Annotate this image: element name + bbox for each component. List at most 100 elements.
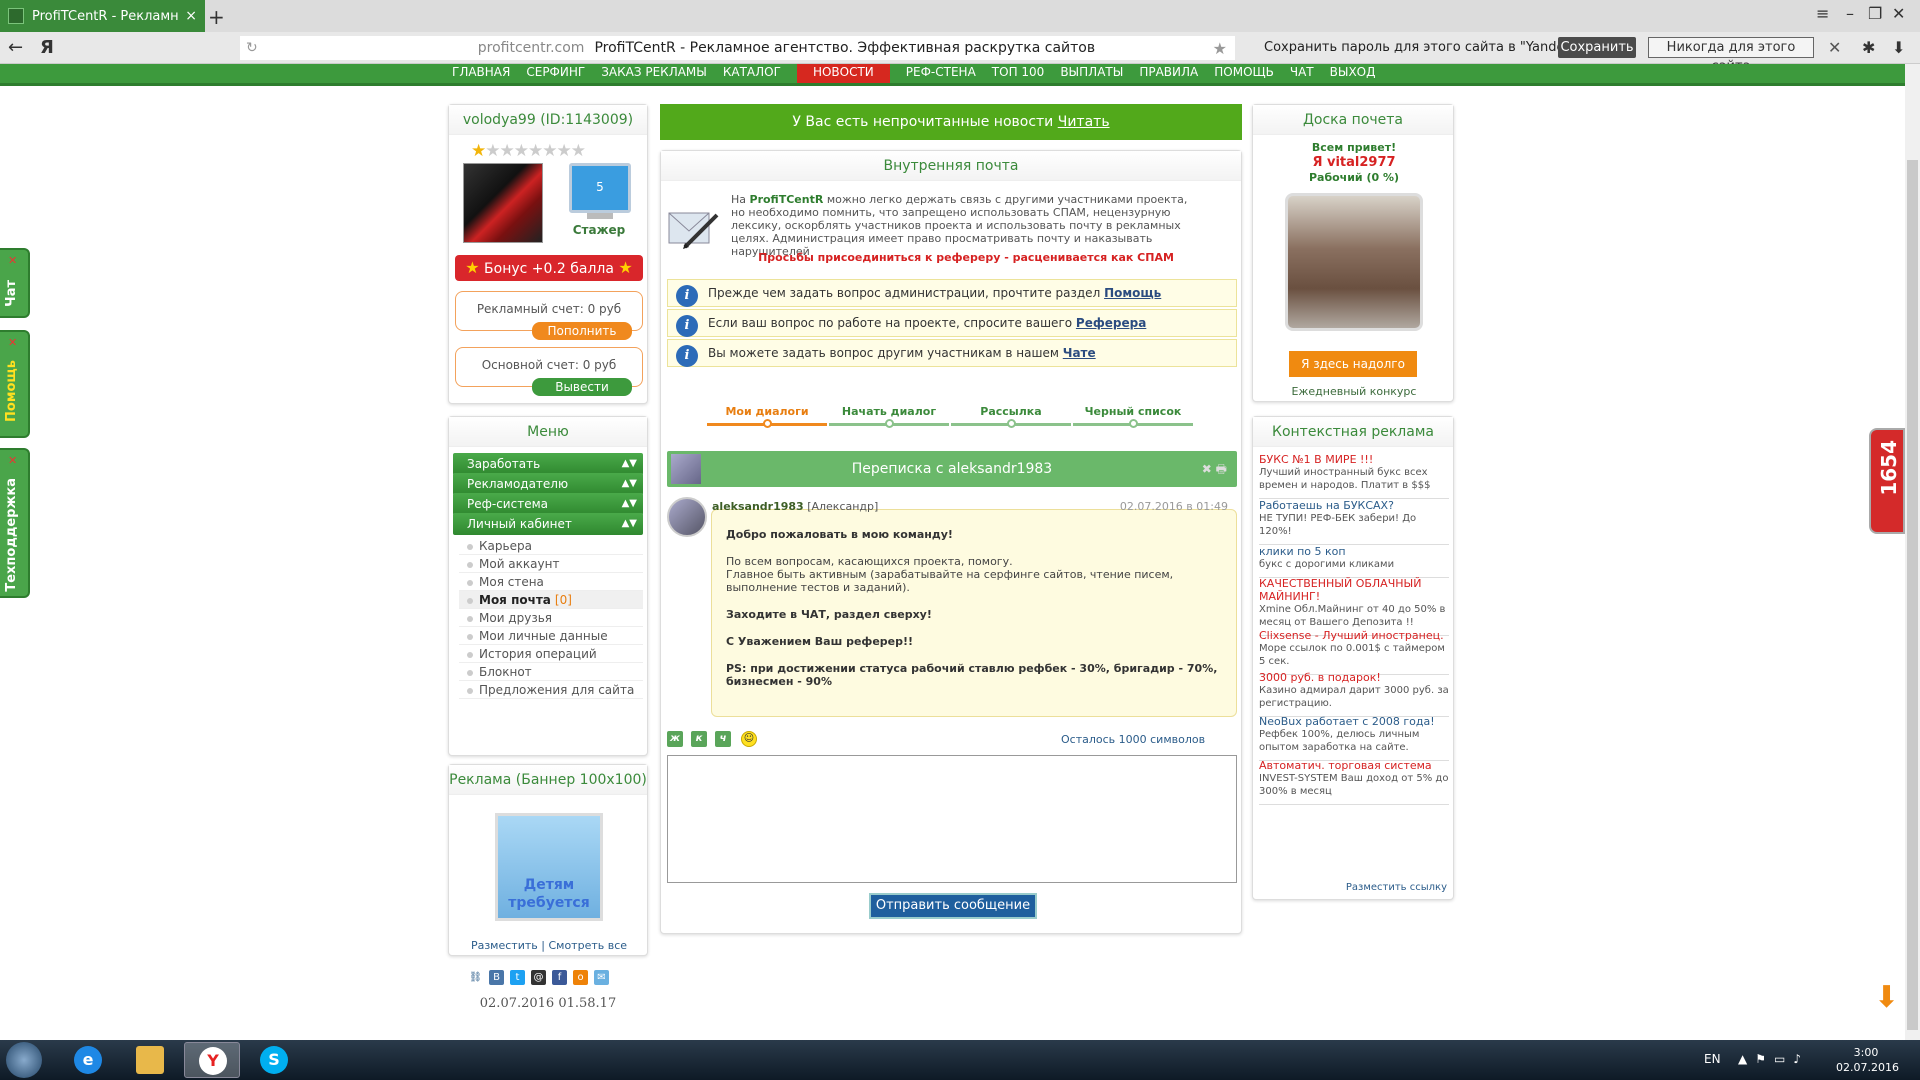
nav-item[interactable]: ТОП 100 bbox=[984, 64, 1053, 83]
format-underline-button[interactable]: ч bbox=[715, 731, 731, 747]
menu-icon[interactable]: ≡ bbox=[1816, 4, 1829, 23]
start-button[interactable] bbox=[6, 1042, 42, 1078]
extensions-icon[interactable]: ✱ bbox=[1862, 38, 1875, 57]
nav-item[interactable]: РЕФ-СТЕНА bbox=[898, 64, 984, 83]
withdraw-button[interactable]: Вывести bbox=[532, 378, 632, 396]
nav-item[interactable]: СЕРФИНГ bbox=[518, 64, 593, 83]
taskbar-ie[interactable]: e bbox=[60, 1042, 116, 1078]
context-ad[interactable]: Clixsense - Лучший иностранец. Море ссыло… bbox=[1259, 629, 1449, 675]
save-password-button[interactable]: Сохранить bbox=[1558, 37, 1636, 58]
facebook-icon[interactable]: f bbox=[552, 970, 567, 985]
banner-place-link[interactable]: Разместить bbox=[471, 939, 538, 952]
honor-photo[interactable] bbox=[1285, 193, 1423, 331]
close-icon[interactable]: ✕ bbox=[8, 254, 17, 267]
bonus-button[interactable]: ★ Бонус +0.2 балла ★ bbox=[455, 255, 643, 281]
tab-close-icon[interactable]: × bbox=[185, 8, 197, 24]
browser-tab-active[interactable]: ProfiTCentR - Рекламное × bbox=[0, 0, 205, 32]
ad-title[interactable]: клики по 5 коп bbox=[1259, 545, 1449, 558]
topup-button[interactable]: Пополнить bbox=[532, 322, 632, 340]
page-scrollbar[interactable] bbox=[1905, 64, 1920, 1040]
banner-viewall-link[interactable]: Смотреть все bbox=[548, 939, 627, 952]
ad-title[interactable]: Автоматич. торговая система bbox=[1259, 759, 1449, 772]
yandex-logo[interactable]: Я bbox=[40, 37, 54, 58]
place-link-button[interactable]: Разместить ссылку bbox=[1346, 882, 1447, 893]
banner-image[interactable]: Детям требуется bbox=[495, 813, 603, 921]
reload-icon[interactable]: ↻ bbox=[246, 40, 258, 56]
link-icon[interactable]: ⛓ bbox=[468, 970, 483, 985]
menu-item[interactable]: Блокнот bbox=[459, 663, 643, 681]
back-arrow-icon[interactable]: ← bbox=[8, 37, 23, 58]
scrollbar-thumb[interactable] bbox=[1907, 160, 1918, 1030]
twitter-icon[interactable]: t bbox=[510, 970, 525, 985]
language-indicator[interactable]: EN bbox=[1704, 1052, 1721, 1066]
menu-item[interactable]: Моя стена bbox=[459, 573, 643, 591]
system-tray[interactable]: ▲⚑▭♪ bbox=[1738, 1052, 1809, 1066]
send-message-button[interactable]: Отправить сообщение bbox=[869, 893, 1037, 919]
nav-item[interactable]: ПОМОЩЬ bbox=[1206, 64, 1282, 83]
comment-icon[interactable]: ✉ bbox=[594, 970, 609, 985]
mail-tab[interactable]: Мои диалоги bbox=[707, 405, 827, 418]
smiley-icon[interactable]: ☺ bbox=[741, 731, 757, 747]
sidetab-help[interactable]: ✕ Помощь bbox=[0, 330, 30, 438]
delete-icon[interactable]: ✖ bbox=[1202, 462, 1212, 476]
here-long-button[interactable]: Я здесь надолго bbox=[1289, 351, 1417, 377]
info-link[interactable]: Чате bbox=[1063, 346, 1096, 360]
menu-item[interactable]: Предложения для сайта bbox=[459, 681, 643, 699]
nav-item[interactable]: ЗАКАЗ РЕКЛАМЫ bbox=[593, 64, 715, 83]
never-save-button[interactable]: Никогда для этого сайта bbox=[1648, 37, 1814, 74]
context-ad[interactable]: NeoBux работает с 2008 года! Рефбек 100%,… bbox=[1259, 715, 1449, 761]
menu-item[interactable]: Моя почта [0] bbox=[459, 591, 643, 609]
honor-name[interactable]: Я vital2977 bbox=[1253, 155, 1455, 170]
nav-item[interactable]: КАТАЛОГ bbox=[715, 64, 789, 83]
message-author[interactable]: aleksandr1983 bbox=[712, 500, 804, 513]
prompt-close-icon[interactable]: ✕ bbox=[1828, 38, 1841, 57]
info-link[interactable]: Помощь bbox=[1104, 286, 1161, 300]
mail-ru-icon[interactable]: @ bbox=[531, 970, 546, 985]
info-link[interactable]: Реферера bbox=[1076, 316, 1146, 330]
context-ad[interactable]: Работаешь на БУКСАХ? НЕ ТУПИ! РЕФ-БЕК заб… bbox=[1259, 499, 1449, 545]
menu-section[interactable]: Личный кабинет ▲▼ bbox=[453, 513, 643, 535]
mail-tab[interactable]: Черный список bbox=[1073, 405, 1193, 418]
nav-item[interactable]: ГЛАВНАЯ bbox=[444, 64, 518, 83]
scroll-down-arrow-icon[interactable]: ⬇ bbox=[1874, 980, 1899, 1015]
taskbar-skype[interactable]: S bbox=[246, 1042, 302, 1078]
format-italic-button[interactable]: к bbox=[691, 731, 707, 747]
sidetab-chat[interactable]: ✕ Чат bbox=[0, 248, 30, 318]
format-bold-button[interactable]: ж bbox=[667, 731, 683, 747]
ad-title[interactable]: NeoBux работает с 2008 года! bbox=[1259, 715, 1449, 728]
ad-title[interactable]: КАЧЕСТВЕННЫЙ ОБЛАЧНЫЙ МАЙНИНГ! bbox=[1259, 577, 1449, 603]
context-ad[interactable]: 3000 руб. в подарок! Казино адмирал дарит… bbox=[1259, 671, 1449, 717]
nav-item[interactable]: ВЫПЛАТЫ bbox=[1052, 64, 1131, 83]
context-ad[interactable]: БУКС №1 В МИРЕ !!! Лучший иностранный бук… bbox=[1259, 453, 1449, 499]
nav-item[interactable]: ВЫХОД bbox=[1322, 64, 1384, 83]
mail-tab[interactable]: Начать диалог bbox=[829, 405, 949, 418]
menu-item[interactable]: Мои личные данные bbox=[459, 627, 643, 645]
menu-section[interactable]: Реф-система ▲▼ bbox=[453, 493, 643, 515]
daily-contest-link[interactable]: Ежедневный конкурс bbox=[1253, 385, 1455, 398]
new-tab-button[interactable]: + bbox=[208, 5, 225, 29]
nav-item[interactable]: ПРАВИЛА bbox=[1131, 64, 1206, 83]
message-avatar[interactable] bbox=[667, 497, 707, 537]
menu-item[interactable]: Карьера bbox=[459, 537, 643, 555]
menu-section[interactable]: Заработать ▲▼ bbox=[453, 453, 643, 475]
nav-item[interactable]: НОВОСТИ bbox=[796, 64, 890, 83]
vk-icon[interactable]: В bbox=[489, 970, 504, 985]
url-field[interactable]: ↻ profitcentr.com ProfiTCentR - Рекламно… bbox=[240, 36, 1235, 60]
context-ad[interactable]: клики по 5 коп букс с дорогими кликами bbox=[1259, 545, 1449, 578]
menu-item[interactable]: Мои друзья bbox=[459, 609, 643, 627]
taskbar-explorer[interactable] bbox=[122, 1042, 178, 1078]
menu-item[interactable]: Мой аккаунт bbox=[459, 555, 643, 573]
avatar[interactable] bbox=[463, 163, 543, 243]
maximize-icon[interactable]: ❐ bbox=[1868, 4, 1882, 23]
context-ad[interactable]: Автоматич. торговая система INVEST-SYSTEM… bbox=[1259, 759, 1449, 805]
ad-title[interactable]: Работаешь на БУКСАХ? bbox=[1259, 499, 1449, 512]
username[interactable]: volodya99 (ID:1143009) bbox=[449, 105, 647, 135]
sidetab-support[interactable]: ✕ Техподдержка bbox=[0, 448, 30, 598]
download-icon[interactable]: ⬇ bbox=[1892, 38, 1905, 57]
news-read-link[interactable]: Читать bbox=[1058, 114, 1110, 130]
mail-tab[interactable]: Рассылка bbox=[951, 405, 1071, 418]
message-input[interactable] bbox=[667, 755, 1237, 883]
minimize-icon[interactable]: – bbox=[1846, 4, 1854, 23]
close-icon[interactable]: ✕ bbox=[8, 454, 17, 467]
clock[interactable]: 3:00 02.07.2016 bbox=[1836, 1045, 1899, 1075]
